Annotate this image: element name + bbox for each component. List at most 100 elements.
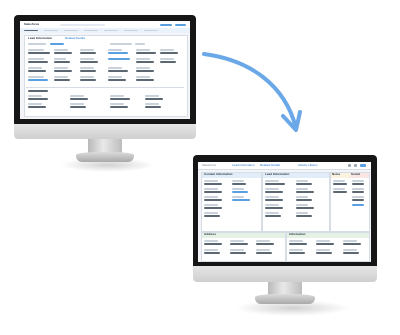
field-link[interactable] <box>108 52 128 54</box>
field-value <box>296 207 314 209</box>
tab-extra[interactable] <box>135 43 145 45</box>
transition-arrow <box>202 52 302 132</box>
field-label <box>352 188 364 190</box>
app-title: Salesforce <box>202 164 217 167</box>
field-label <box>204 249 218 251</box>
panel-address <box>201 232 286 262</box>
field-value <box>333 183 347 185</box>
panel-title: Information <box>289 233 306 236</box>
field-value <box>316 252 332 254</box>
field-label <box>296 196 308 198</box>
field-link[interactable] <box>232 191 248 193</box>
field-value <box>230 243 248 245</box>
record-title: Lead Information <box>28 37 53 40</box>
field-value <box>136 52 156 54</box>
search-bar[interactable] <box>60 23 105 26</box>
app-header <box>198 162 371 170</box>
tab-activity[interactable] <box>50 43 64 45</box>
field-value <box>54 61 70 63</box>
field-label <box>160 58 174 60</box>
field-link[interactable] <box>28 79 48 81</box>
header-tab-lead-information[interactable]: Lead Information <box>232 164 255 167</box>
field-value <box>70 98 88 100</box>
nav-tab-accounts[interactable] <box>64 29 78 32</box>
field-value <box>108 70 128 72</box>
field-label <box>343 240 357 242</box>
field-link[interactable] <box>232 199 250 201</box>
monitor-left-chin <box>14 124 196 139</box>
field-value <box>136 70 154 72</box>
field-label <box>54 76 68 78</box>
header-action-button[interactable] <box>160 23 172 26</box>
tab-details[interactable] <box>28 43 46 45</box>
header-action-icon[interactable] <box>348 164 351 167</box>
field-value <box>204 191 222 193</box>
field-label <box>28 103 42 105</box>
header-action-button-2[interactable] <box>175 23 186 26</box>
field-link[interactable] <box>352 204 364 206</box>
tab-chatter[interactable] <box>110 43 132 45</box>
field-value <box>296 199 312 201</box>
field-label <box>265 188 279 190</box>
field-label <box>204 196 218 198</box>
record-subtitle[interactable]: Related Details <box>65 37 85 40</box>
field-label <box>110 103 124 105</box>
field-label <box>230 249 244 251</box>
nav-tab-opportunities[interactable] <box>104 29 118 32</box>
field-value <box>265 215 281 217</box>
field-label <box>352 180 364 182</box>
field-label <box>28 58 44 60</box>
section-divider <box>26 87 184 88</box>
header-tab-activity-history[interactable]: Activity History <box>298 164 318 167</box>
field-value <box>70 106 86 108</box>
field-value <box>28 70 46 72</box>
field-label <box>296 212 308 214</box>
field-label <box>160 49 174 51</box>
field-value <box>28 106 46 108</box>
field-label <box>28 76 44 78</box>
field-value <box>110 106 128 108</box>
field-value <box>296 191 314 193</box>
field-value <box>265 183 285 185</box>
field-label <box>265 204 279 206</box>
field-value <box>204 183 222 185</box>
field-label <box>145 103 159 105</box>
field-label <box>289 240 303 242</box>
monitor-right-foot <box>255 294 315 304</box>
field-label <box>316 249 330 251</box>
field-value <box>230 252 246 254</box>
field-value <box>204 252 220 254</box>
field-label <box>108 49 122 51</box>
field-label <box>352 196 364 198</box>
field-label <box>289 249 303 251</box>
field-value <box>352 183 364 185</box>
nav-tab-home[interactable] <box>24 29 38 32</box>
field-value <box>204 207 222 209</box>
panel-title: Notes <box>332 173 341 176</box>
field-label <box>145 95 159 97</box>
field-value <box>108 79 126 81</box>
field-value <box>265 207 283 209</box>
nav-tab-reports[interactable] <box>124 29 138 32</box>
header-action-icon-2[interactable] <box>354 164 357 167</box>
field-label <box>204 212 218 214</box>
field-value <box>80 70 96 72</box>
nav-tab-leads[interactable] <box>44 29 58 32</box>
field-label <box>333 180 345 182</box>
header-action-icon-3[interactable] <box>360 164 366 167</box>
panel-title: Lead Information <box>265 173 290 176</box>
field-value <box>333 191 347 193</box>
field-value <box>80 61 98 63</box>
panel-title: Social <box>351 173 360 176</box>
nav-tab-contacts[interactable] <box>84 29 98 32</box>
nav-tab-dashboards[interactable] <box>144 29 158 32</box>
field-value <box>28 98 48 100</box>
field-label <box>54 67 68 69</box>
field-label <box>136 58 150 60</box>
field-value <box>289 252 305 254</box>
header-tab-related-details[interactable]: Related Details <box>260 164 280 167</box>
field-link[interactable] <box>108 58 130 60</box>
field-label <box>80 58 94 60</box>
field-value <box>28 52 50 54</box>
field-label <box>316 240 330 242</box>
